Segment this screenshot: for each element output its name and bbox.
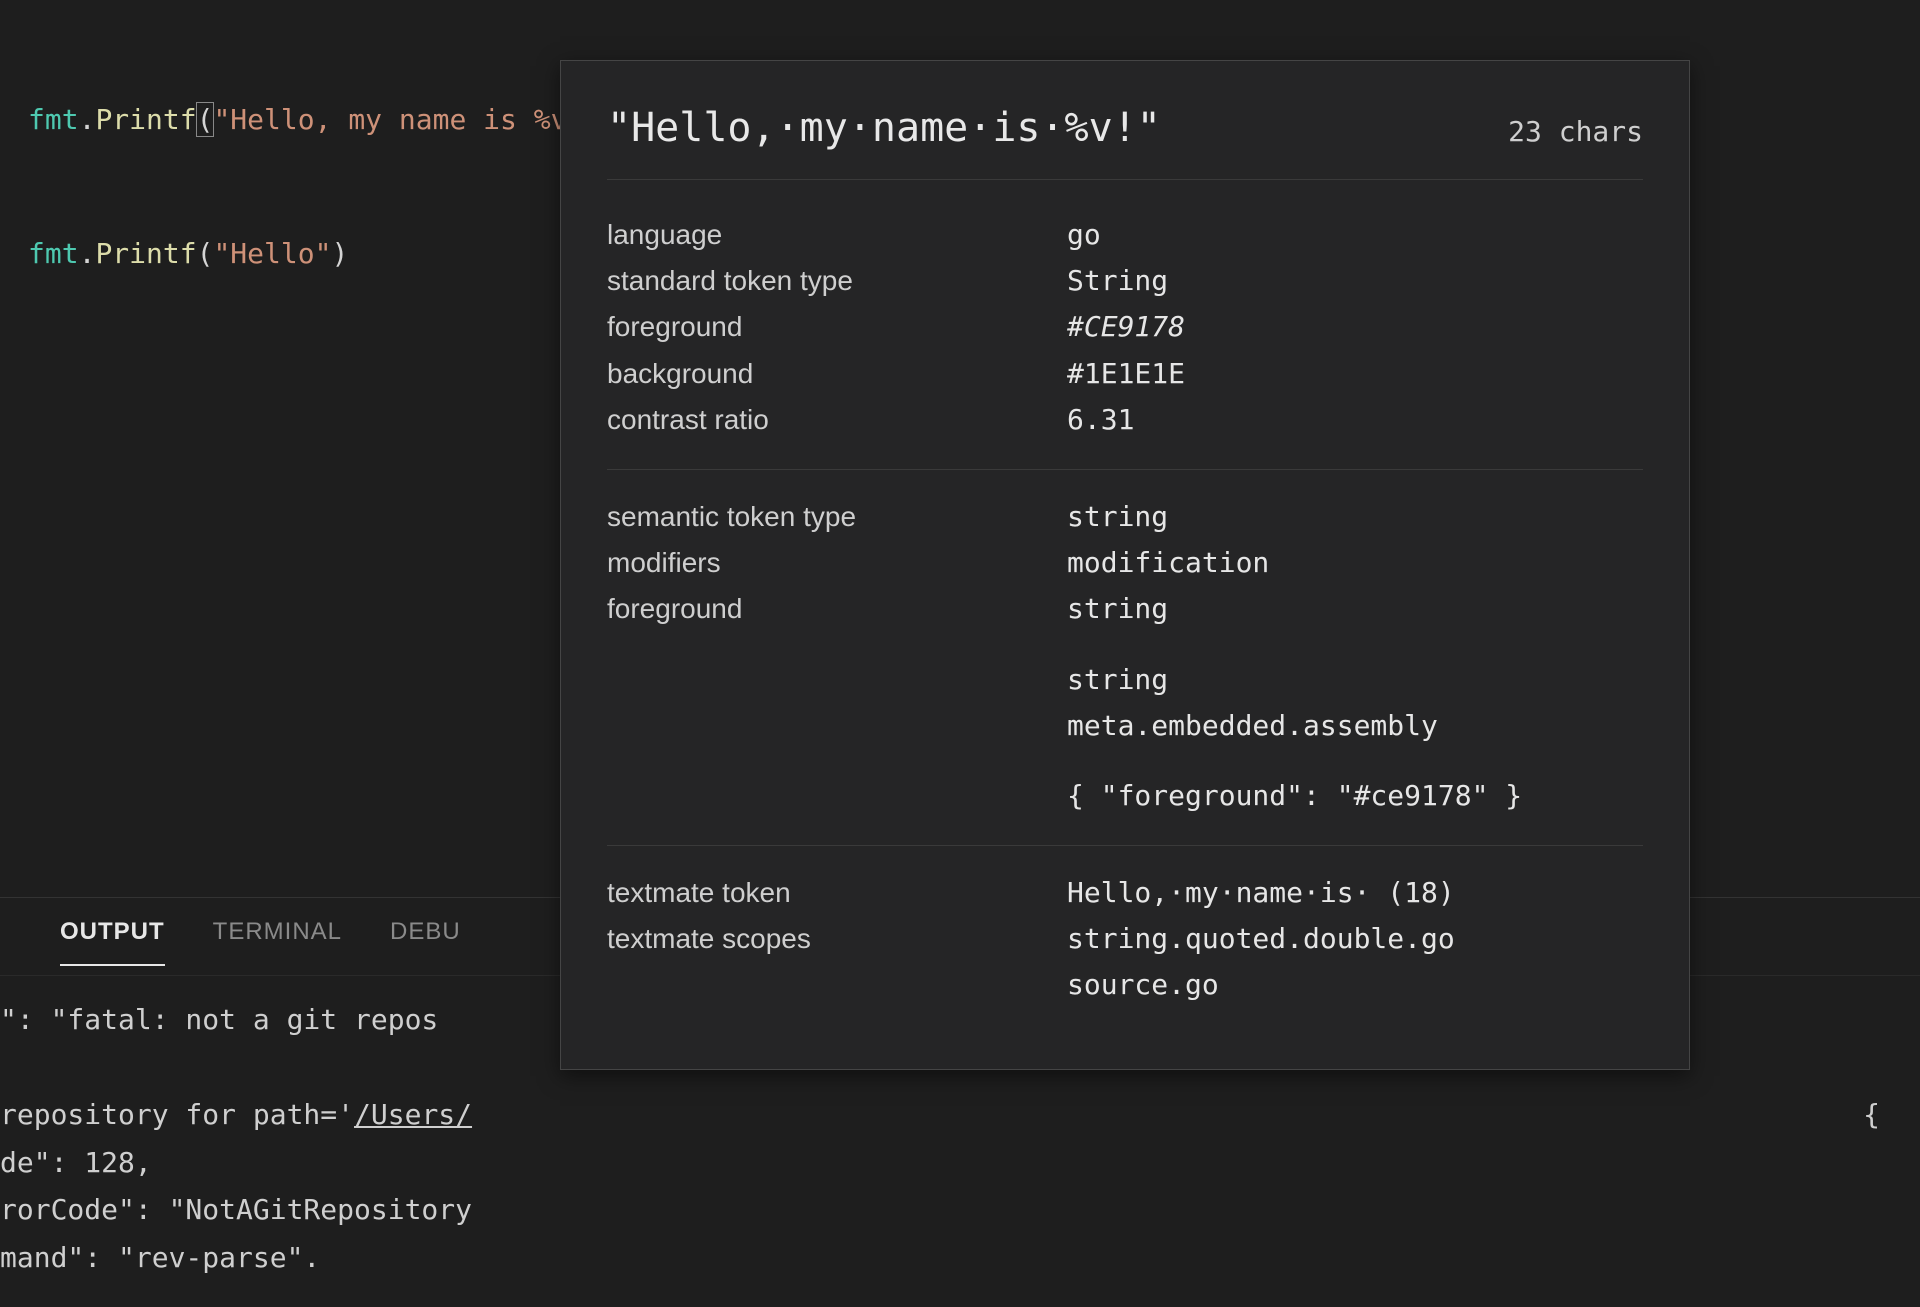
output-blank xyxy=(0,1051,17,1084)
label-textmate-scopes: textmate scopes xyxy=(607,916,1067,962)
semantic-extra-scopes: string meta.embedded.assembly { "foregro… xyxy=(1067,633,1643,820)
tab-output[interactable]: OUTPUT xyxy=(60,918,165,966)
value-modifiers: modification xyxy=(1067,540,1643,586)
value-background: #1E1E1E xyxy=(1067,351,1643,397)
textmate-extra-scopes: source.go xyxy=(1067,962,1643,1008)
tab-terminal[interactable]: TERMINAL xyxy=(213,918,342,964)
value-standard-token-type: String xyxy=(1067,258,1643,304)
label-foreground-semantic: foreground xyxy=(607,586,1067,632)
output-line: de": 128, xyxy=(0,1146,152,1179)
token-string: "Hello, my name is %v!" xyxy=(213,103,601,136)
output-path-link[interactable]: /Users/ xyxy=(354,1098,472,1131)
label-language: language xyxy=(607,212,1067,258)
popup-section-basic: languagego standard token typeString for… xyxy=(607,202,1643,469)
label-semantic-token-type: semantic token type xyxy=(607,494,1067,540)
token-open-paren: ( xyxy=(196,102,215,137)
scope-rule-json: { "foreground": "#ce9178" } xyxy=(1067,773,1643,819)
popup-title: "Hello,·my·name·is·%v!" xyxy=(607,105,1161,151)
label-textmate-token: textmate token xyxy=(607,870,1067,916)
output-line: mand": "rev-parse". xyxy=(0,1241,320,1274)
token-func: Printf xyxy=(95,237,196,270)
token-dot: . xyxy=(79,237,96,270)
token-func: Printf xyxy=(95,103,196,136)
value-textmate-scopes: string.quoted.double.go xyxy=(1067,916,1643,962)
label-contrast-ratio: contrast ratio xyxy=(607,397,1067,443)
value-foreground: #CE9178 xyxy=(1067,304,1643,350)
label-foreground: foreground xyxy=(607,304,1067,350)
token-package: fmt xyxy=(28,103,79,136)
output-line: ": "fatal: not a git repos xyxy=(0,1003,438,1036)
token-close-paren: ) xyxy=(331,237,348,270)
label-standard-token-type: standard token type xyxy=(607,258,1067,304)
value-language: go xyxy=(1067,212,1643,258)
label-background: background xyxy=(607,351,1067,397)
output-line: rorCode": "NotAGitRepository xyxy=(0,1193,472,1226)
value-foreground-semantic: string xyxy=(1067,586,1643,632)
popup-section-textmate: textmate tokenHello,·my·name·is· (18) te… xyxy=(607,845,1643,1035)
token-package: fmt xyxy=(28,237,79,270)
output-right-brace: { xyxy=(1863,1091,1880,1139)
value-contrast-ratio: 6.31 xyxy=(1067,397,1643,443)
value-semantic-token-type: string xyxy=(1067,494,1643,540)
scope-line: source.go xyxy=(1067,962,1643,1008)
tab-debug[interactable]: DEBU xyxy=(390,918,461,964)
popup-section-semantic: semantic token typestring modifiersmodif… xyxy=(607,469,1643,845)
popup-header: "Hello,·my·name·is·%v!" 23 chars xyxy=(607,105,1643,180)
popup-char-count: 23 chars xyxy=(1508,115,1643,148)
label-modifiers: modifiers xyxy=(607,540,1067,586)
token-inspector-popup: "Hello,·my·name·is·%v!" 23 chars languag… xyxy=(560,60,1690,1070)
token-string: "Hello" xyxy=(213,237,331,270)
scope-line: meta.embedded.assembly xyxy=(1067,703,1643,749)
value-textmate-token: Hello,·my·name·is· (18) xyxy=(1067,870,1643,916)
token-open-paren: ( xyxy=(197,237,214,270)
token-dot: . xyxy=(79,103,96,136)
scope-line: string xyxy=(1067,657,1643,703)
output-line: repository for path=' xyxy=(0,1098,354,1131)
